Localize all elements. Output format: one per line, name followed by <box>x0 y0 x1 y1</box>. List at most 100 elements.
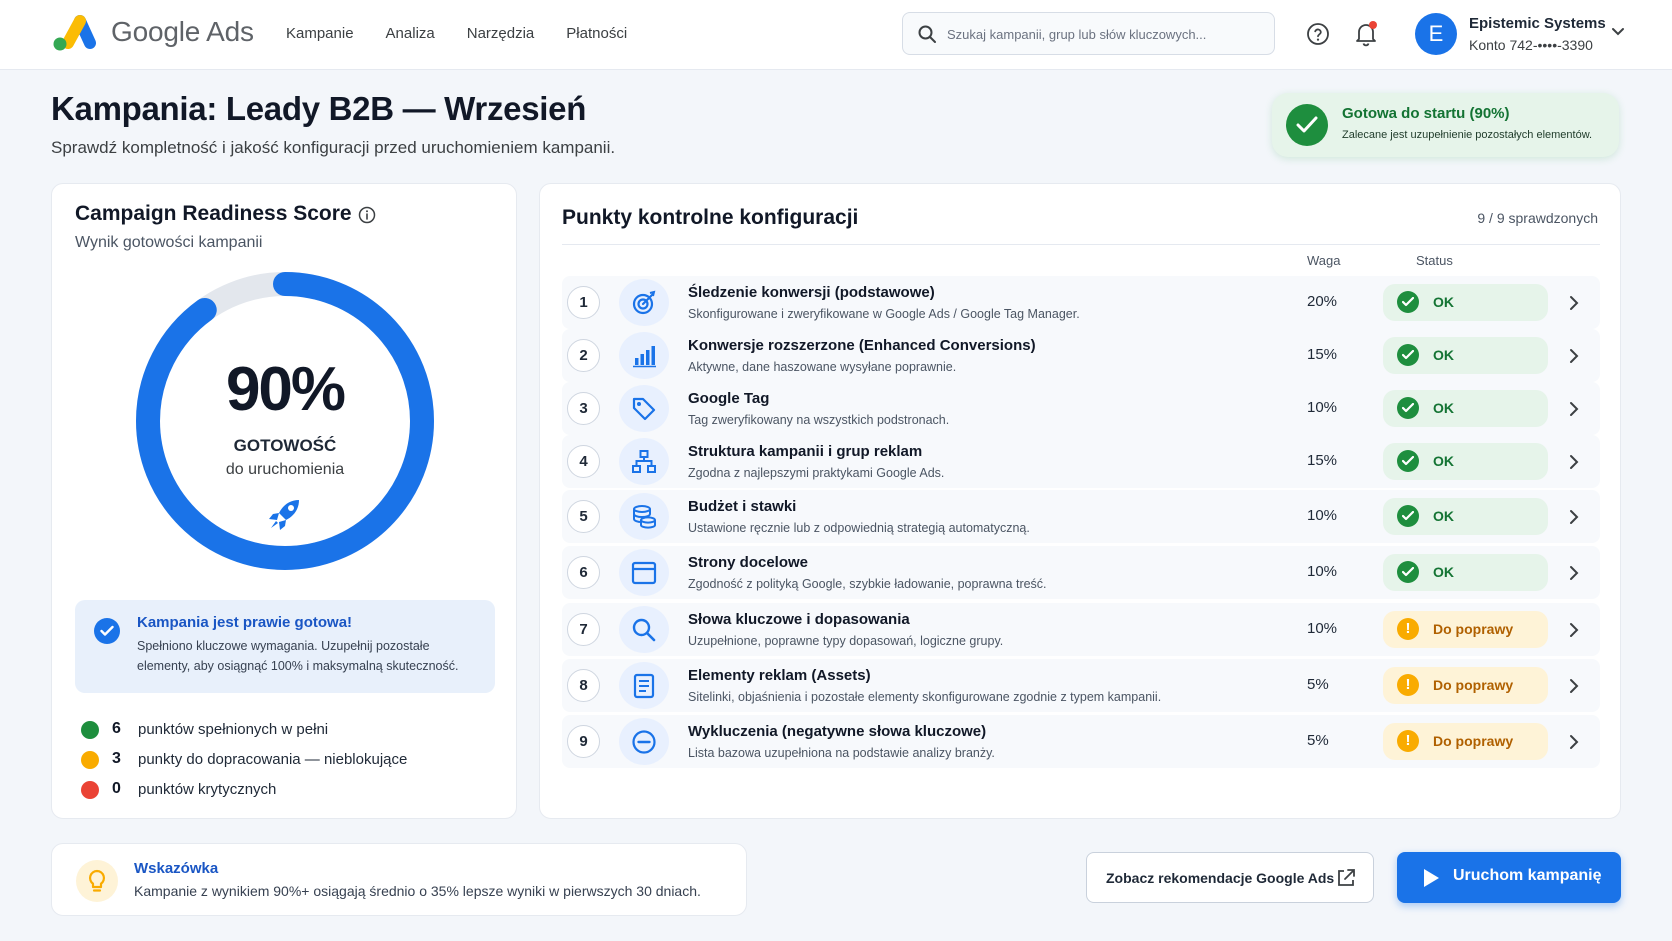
view-recommendations-button[interactable]: Zobacz rekomendacje Google Ads <box>1086 852 1374 903</box>
checklist-row[interactable]: 5 Budżet i stawki Ustawione ręcznie lub … <box>562 490 1600 543</box>
row-description: Zgodność z polityką Google, szybkie łado… <box>688 577 1047 591</box>
checklist-row[interactable]: 3 Google Tag Tag zweryfikowany na wszyst… <box>562 382 1600 435</box>
checklist-row[interactable]: 8 Elementy reklam (Assets) Sitelinki, ob… <box>562 659 1600 712</box>
chevron-right-icon[interactable] <box>1569 734 1579 750</box>
row-title: Śledzenie konwersji (podstawowe) <box>688 284 935 301</box>
row-title: Słowa kluczowe i dopasowania <box>688 611 910 628</box>
checklist-title: Punkty kontrolne konfiguracji <box>562 206 859 229</box>
score-sublabel: do uruchomienia <box>225 461 345 478</box>
checklist-card: Punkty kontrolne konfiguracji 9 / 9 spra… <box>539 183 1621 819</box>
check-circle-icon <box>1397 344 1419 366</box>
row-weight: 5% <box>1307 676 1329 693</box>
legend-text: punktów krytycznych <box>138 781 277 798</box>
readiness-badge-subtitle: Zalecane jest uzupełnienie pozostałych e… <box>1342 129 1593 141</box>
row-number: 7 <box>567 613 600 646</box>
check-circle-icon <box>1397 561 1419 583</box>
readiness-gauge: 90% GOTOWOŚĆ do uruchomienia <box>125 261 445 581</box>
status-badge: OK <box>1383 284 1548 321</box>
readiness-note-title: Kampania jest prawie gotowa! <box>137 614 353 631</box>
status-badge: OK <box>1383 554 1548 591</box>
legend-count: 0 <box>112 780 121 797</box>
row-number: 1 <box>567 286 600 319</box>
page-subtitle: Sprawdź kompletność i jakość konfiguracj… <box>51 138 616 157</box>
row-title: Strony docelowe <box>688 554 809 571</box>
chevron-right-icon[interactable] <box>1569 678 1579 694</box>
checklist-row[interactable]: 4 Struktura kampanii i grup reklam Zgodn… <box>562 435 1600 488</box>
status-badge: ! Do poprawy <box>1383 667 1548 704</box>
browser-window-icon <box>619 549 669 596</box>
search-input[interactable] <box>947 22 1262 46</box>
row-title: Konwersje rozszerzone (Enhanced Conversi… <box>688 337 1036 354</box>
nav-item-analiza[interactable]: Analiza <box>386 25 435 42</box>
status-badge: ! Do poprawy <box>1383 611 1548 648</box>
check-circle-icon <box>1397 291 1419 313</box>
row-number: 9 <box>567 725 600 758</box>
nav-item-narzedzia[interactable]: Narzędzia <box>467 25 535 42</box>
avatar: E <box>1415 13 1457 55</box>
checklist-row[interactable]: 9 Wykluczenia (negatywne słowa kluczowe)… <box>562 715 1600 768</box>
chevron-right-icon[interactable] <box>1569 565 1579 581</box>
launch-campaign-button[interactable]: Uruchom kampanię <box>1397 852 1621 903</box>
row-weight: 10% <box>1307 507 1338 524</box>
row-description: Aktywne, dane haszowane wysyłane poprawn… <box>688 360 957 374</box>
main-nav: Kampanie Analiza Narzędzia Płatności <box>286 25 627 42</box>
play-icon <box>1424 869 1439 887</box>
readiness-score-card: Campaign Readiness Score Wynik gotowości… <box>51 183 517 819</box>
checklist-row[interactable]: 7 Słowa kluczowe i dopasowania Uzupełnio… <box>562 603 1600 656</box>
lightbulb-icon <box>76 860 118 902</box>
help-icon[interactable] <box>1306 22 1330 46</box>
row-number: 5 <box>567 500 600 533</box>
search-box[interactable] <box>902 12 1275 55</box>
notifications-button[interactable] <box>1353 20 1379 48</box>
status-dot-green <box>81 721 99 739</box>
readiness-status-badge: Gotowa do startu (90%) Zalecane jest uzu… <box>1272 93 1619 157</box>
nav-item-kampanie[interactable]: Kampanie <box>286 25 354 42</box>
nav-item-platnosci[interactable]: Płatności <box>566 25 627 42</box>
checklist-row[interactable]: 1 Śledzenie konwersji (podstawowe) Skonf… <box>562 276 1600 329</box>
row-weight: 15% <box>1307 452 1338 469</box>
rocket-icon <box>269 500 299 530</box>
chevron-right-icon[interactable] <box>1569 622 1579 638</box>
account-switcher[interactable]: E Epistemic Systems Konto 742-••••-3390 <box>1415 13 1635 57</box>
status-text: OK <box>1433 564 1454 580</box>
tip-text: Kampanie z wynikiem 90%+ osiągają średni… <box>134 883 701 899</box>
row-title: Wykluczenia (negatywne słowa kluczowe) <box>688 723 987 740</box>
google-ads-logo-icon[interactable] <box>51 13 97 53</box>
check-circle-icon <box>1397 450 1419 472</box>
chevron-right-icon[interactable] <box>1569 454 1579 470</box>
score-title: Campaign Readiness Score <box>75 202 352 225</box>
status-dot-yellow <box>81 751 99 769</box>
row-number: 4 <box>567 445 600 478</box>
divider <box>562 244 1600 245</box>
check-circle-icon <box>94 618 120 644</box>
chevron-right-icon[interactable] <box>1569 348 1579 364</box>
notification-dot <box>1369 21 1377 29</box>
hierarchy-icon <box>619 438 669 485</box>
view-recommendations-label: Zobacz rekomendacje Google Ads <box>1106 870 1335 886</box>
chevron-right-icon[interactable] <box>1569 509 1579 525</box>
checklist-row[interactable]: 2 Konwersje rozszerzone (Enhanced Conver… <box>562 329 1600 382</box>
score-label: GOTOWOŚĆ <box>233 436 337 455</box>
status-text: OK <box>1433 294 1454 310</box>
readiness-note-text: Spełniono kluczowe wymagania. Uzupełnij … <box>137 639 459 673</box>
chevron-right-icon[interactable] <box>1569 295 1579 311</box>
tip-title: Wskazówka <box>134 860 219 877</box>
check-circle-icon <box>1397 397 1419 419</box>
checklist-row[interactable]: 6 Strony docelowe Zgodność z polityką Go… <box>562 546 1600 599</box>
info-icon[interactable] <box>358 206 376 224</box>
external-link-icon <box>1338 869 1355 886</box>
row-description: Sitelinki, objaśnienia i pozostałe eleme… <box>688 690 1162 704</box>
account-name: Epistemic Systems <box>1469 15 1606 32</box>
launch-campaign-label: Uruchom kampanię <box>1453 867 1602 884</box>
legend-text: punktów spełnionych w pełni <box>138 721 329 738</box>
status-badge: OK <box>1383 498 1548 535</box>
check-circle-icon <box>1397 505 1419 527</box>
row-title: Elementy reklam (Assets) <box>688 667 871 684</box>
chevron-right-icon[interactable] <box>1569 401 1579 417</box>
tag-icon <box>619 385 669 432</box>
warning-icon: ! <box>1397 674 1419 696</box>
page-title: Kampania: Leady B2B — Wrzesień <box>51 90 587 127</box>
column-header-status: Status <box>1416 253 1453 268</box>
score-percent: 90% <box>225 355 346 424</box>
coins-icon <box>619 493 669 540</box>
